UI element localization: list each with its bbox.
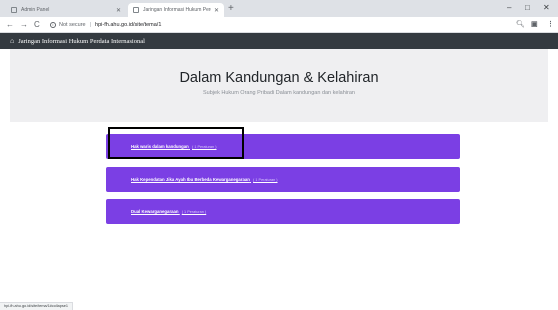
info-icon[interactable]: i (50, 21, 56, 28)
page-icon (11, 7, 17, 13)
close-window-button[interactable]: ✕ (543, 2, 550, 14)
topic-title[interactable]: Dual Kewarganegaraan (131, 209, 179, 214)
tab-label: Jaringan Informasi Hukum Perd... (143, 7, 211, 13)
profile-icon[interactable]: ▣ (531, 20, 538, 30)
page-title: Dalam Kandungan & Kelahiran (179, 70, 379, 86)
hero-section: Dalam Kandungan & Kelahiran Subjek Hukum… (10, 49, 548, 122)
topic-count: ( 1 Peraturan ) (253, 177, 278, 182)
highlight-box (108, 127, 244, 159)
tab-admin-panel[interactable]: Admin Panel ✕ (6, 3, 126, 17)
topic-count: ( 1 Peraturan ) (181, 210, 207, 214)
page-subtitle: Subjek Hukum Orang Pribadi Dalam kandung… (203, 90, 355, 96)
new-tab-button[interactable]: + (228, 3, 234, 15)
address-bar[interactable]: i Not secure | hpi-fh.ahu.go.id/site/tem… (50, 19, 502, 30)
url-text[interactable]: hpi-fh.ahu.go.id/site/tema/1 (95, 22, 161, 28)
tab-jaringan-informasi[interactable]: Jaringan Informasi Hukum Perd... ✕ (128, 3, 224, 17)
search-icon[interactable]: 🔍︎ (516, 20, 525, 30)
page-icon (133, 7, 139, 13)
back-button[interactable]: ← (6, 19, 14, 30)
topic-card-dual-kewarganegaraan[interactable]: Dual Kewarganegaraan ( 1 Peraturan ) (106, 199, 460, 224)
home-icon[interactable]: ⌂ (10, 37, 14, 45)
browser-toolbar: ← → C i Not secure | hpi-fh.ahu.go.id/si… (0, 17, 558, 33)
more-menu-icon[interactable]: ⋮ (547, 20, 554, 30)
site-navbar: ⌂ Jaringan Informasi Hukum Perdata Inter… (0, 33, 558, 49)
close-icon[interactable]: ✕ (116, 7, 121, 14)
forward-button[interactable]: → (20, 19, 28, 30)
close-icon[interactable]: ✕ (214, 7, 219, 14)
address-separator: | (89, 21, 92, 28)
tab-label: Admin Panel (21, 7, 50, 13)
maximize-button[interactable]: □ (525, 2, 530, 14)
topic-card-hak-kependatan[interactable]: Hak Kependatan Jika Ayah Ibu Berbeda Kew… (106, 166, 460, 192)
site-brand[interactable]: Jaringan Informasi Hukum Perdata Interna… (18, 38, 145, 45)
browser-tab-bar: Admin Panel ✕ Jaringan Informasi Hukum P… (0, 0, 558, 17)
reload-button[interactable]: C (34, 19, 40, 30)
minimize-button[interactable]: – (507, 2, 511, 14)
security-label: Not secure (59, 21, 86, 28)
topic-title[interactable]: Hak Kependatan Jika Ayah Ibu Berbeda Kew… (131, 177, 250, 182)
